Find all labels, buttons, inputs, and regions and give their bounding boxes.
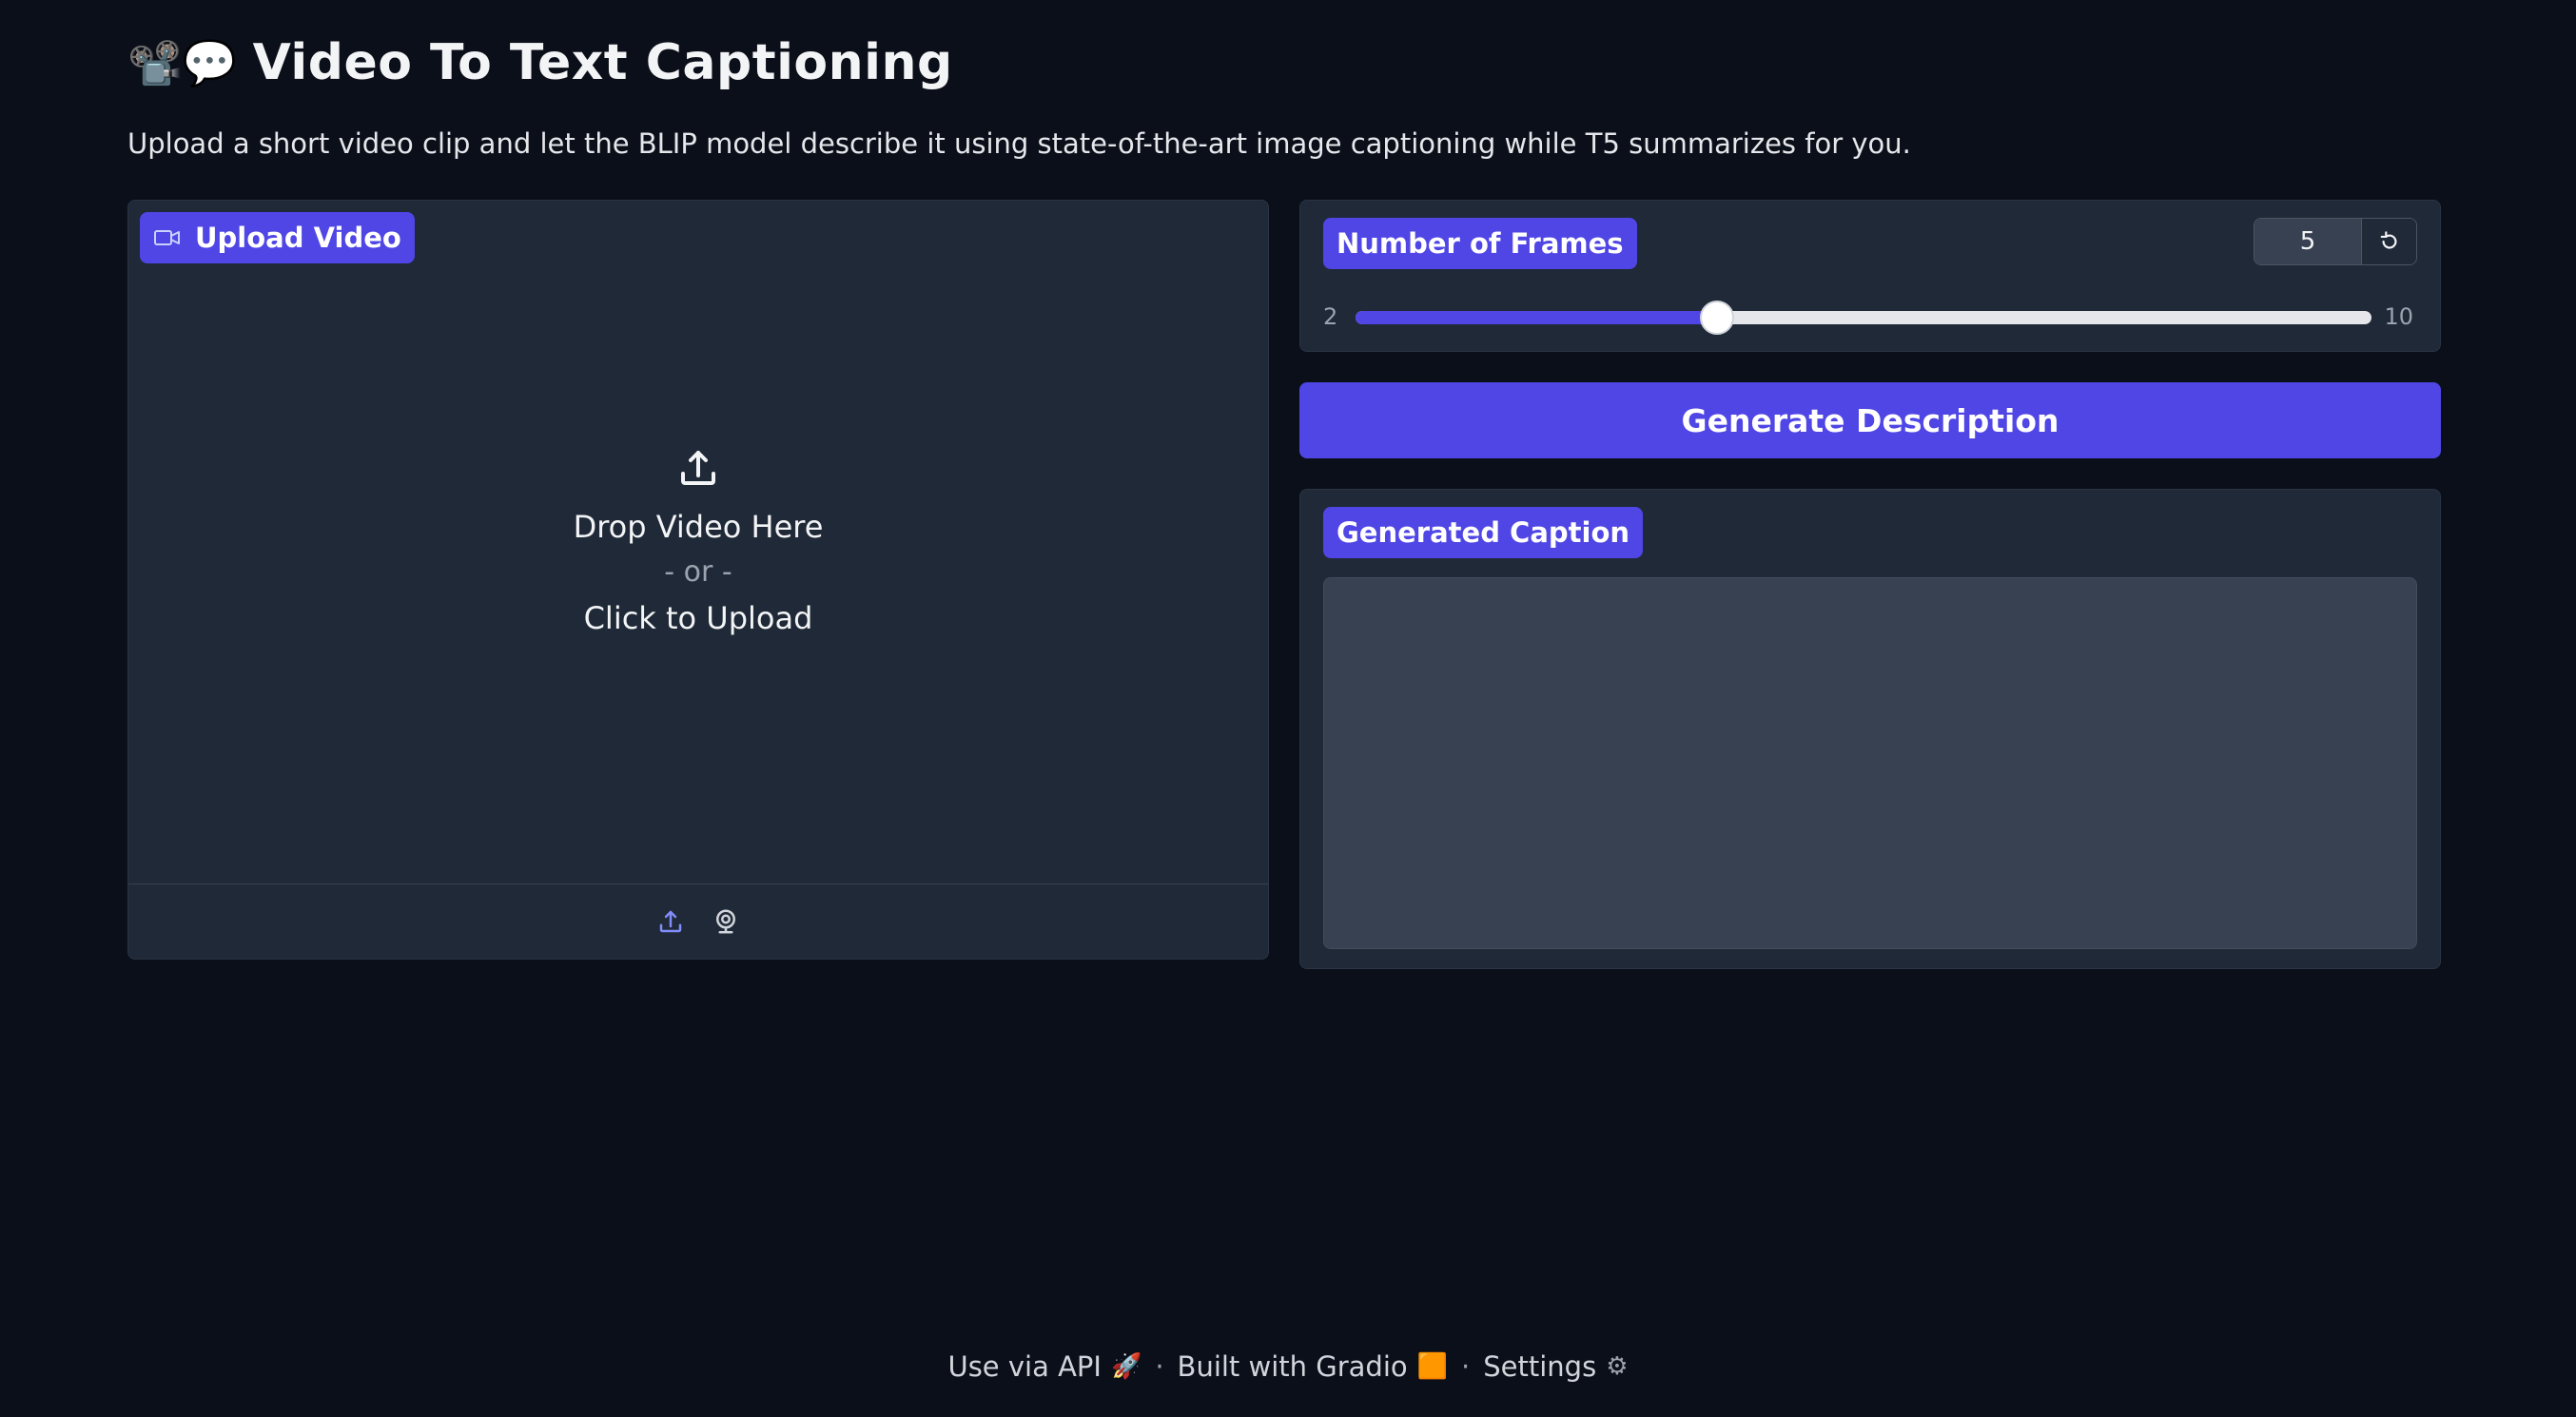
page-description: Upload a short video clip and let the BL… — [127, 127, 1911, 160]
webcam-source-button[interactable] — [709, 904, 743, 939]
page-title: 📽️💬 Video To Text Captioning — [127, 29, 953, 97]
reset-icon — [2380, 231, 2397, 249]
frames-number-box: 5 — [2254, 218, 2417, 265]
use-via-api-text: Use via API — [947, 1350, 1102, 1383]
slider-max-label: 10 — [2384, 303, 2413, 330]
video-dropzone[interactable]: Drop Video Here - or - Click to Upload — [128, 201, 1268, 885]
upload-source-button[interactable] — [654, 904, 688, 939]
generated-caption-panel: Generated Caption — [1299, 489, 2441, 969]
upload-icon — [681, 451, 715, 485]
frames-number-input[interactable]: 5 — [2254, 219, 2361, 264]
upload-video-label-text: Upload Video — [195, 222, 401, 254]
footer: Use via API 🚀 · Built with Gradio 🟧 · Se… — [0, 1350, 2576, 1383]
settings-text: Settings — [1483, 1350, 1597, 1383]
use-via-api-link[interactable]: Use via API 🚀 — [947, 1350, 1142, 1383]
generated-caption-label: Generated Caption — [1323, 507, 1644, 558]
video-upload-panel: Drop Video Here - or - Click to Upload U… — [127, 200, 1269, 960]
gradio-logo-icon: 🟧 — [1416, 1352, 1449, 1381]
footer-separator: · — [1155, 1350, 1164, 1383]
upload-video-label: Upload Video — [140, 212, 415, 263]
frames-label: Number of Frames — [1323, 218, 1637, 269]
settings-link[interactable]: Settings ⚙ — [1483, 1350, 1628, 1383]
click-to-upload-text: Click to Upload — [583, 600, 813, 636]
source-selector — [128, 883, 1268, 959]
title-text: Video To Text Captioning — [252, 34, 953, 91]
frames-slider-panel: Number of Frames 5 2 10 — [1299, 200, 2441, 352]
slider-min-label: 2 — [1323, 303, 1338, 330]
frames-slider-thumb[interactable] — [1700, 301, 1735, 335]
webcam-icon — [716, 909, 735, 934]
generate-description-button[interactable]: Generate Description — [1299, 382, 2441, 458]
frames-slider-fill — [1356, 311, 1718, 324]
built-with-gradio-text: Built with Gradio — [1177, 1350, 1408, 1383]
built-with-gradio-link[interactable]: Built with Gradio 🟧 — [1178, 1350, 1448, 1383]
drop-video-text: Drop Video Here — [573, 509, 824, 545]
frames-slider-track[interactable] — [1356, 301, 2371, 335]
or-text: - or - — [664, 555, 732, 589]
footer-separator: · — [1461, 1350, 1471, 1383]
video-camera-icon — [154, 230, 180, 245]
upload-icon — [659, 910, 682, 933]
gear-icon: ⚙ — [1606, 1352, 1629, 1381]
generated-caption-textbox[interactable] — [1323, 577, 2417, 949]
reset-button[interactable] — [2361, 219, 2416, 264]
app-root: 📽️💬 Video To Text Captioning Upload a sh… — [0, 0, 2576, 1417]
title-emoji: 📽️💬 — [127, 36, 238, 88]
rocket-icon: 🚀 — [1110, 1352, 1142, 1381]
